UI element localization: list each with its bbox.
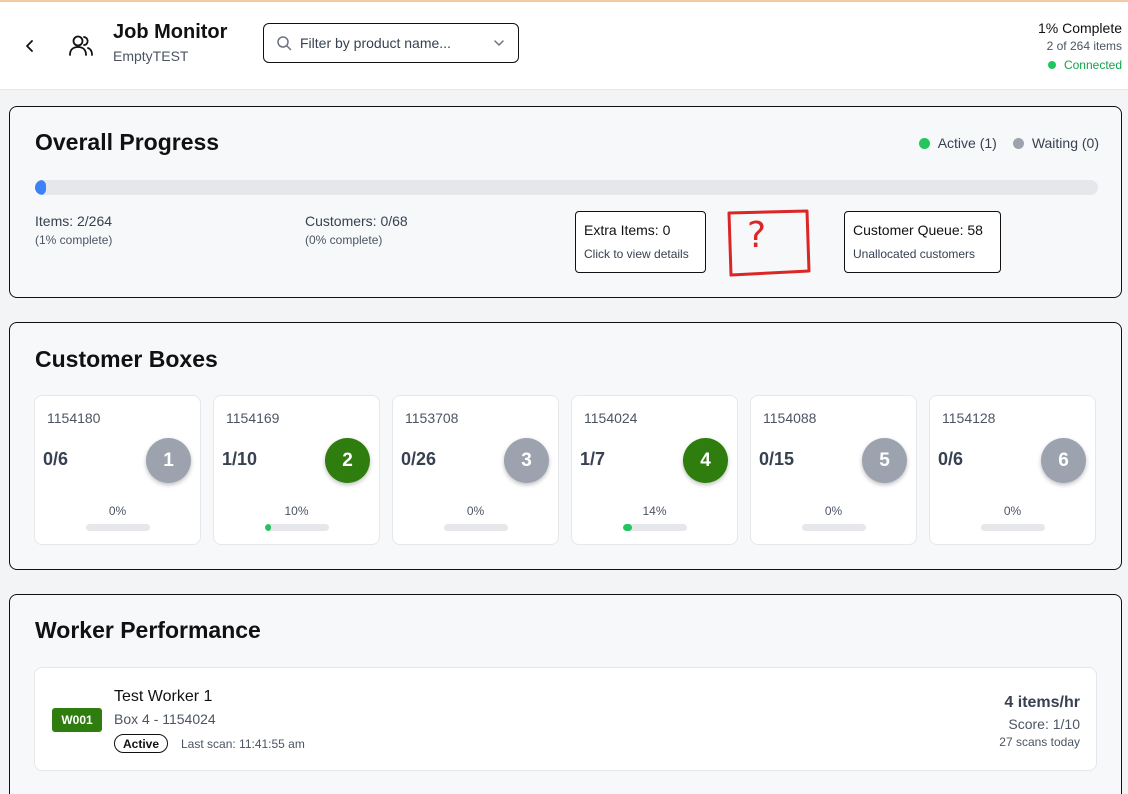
customer-id: 1153708 xyxy=(405,410,459,426)
box-progress-fill xyxy=(623,524,632,531)
connection-label: Connected xyxy=(1063,58,1122,72)
chevron-left-icon xyxy=(26,40,33,52)
box-percent: 0% xyxy=(108,504,127,518)
job-subtitle: EmptyTEST xyxy=(113,48,189,64)
worker-scans-today: 27 scans today xyxy=(999,735,1080,749)
customer-boxes-title: Customer Boxes xyxy=(35,346,218,372)
box-progress-bar xyxy=(981,524,1045,531)
box-percent: 0% xyxy=(1003,504,1022,518)
box-progress-bar xyxy=(444,524,508,531)
app-header: Job Monitor EmptyTEST Filter by product … xyxy=(0,0,1128,90)
customer-box-card[interactable]: 1153708 0/26 3 0% xyxy=(392,395,559,545)
extra-items-button[interactable]: Extra Items: 0 Click to view details xyxy=(575,211,706,273)
customer-box-card[interactable]: 1154024 1/7 4 14% xyxy=(571,395,738,545)
worker-score: Score: 1/10 xyxy=(1008,716,1080,732)
overall-progress-title: Overall Progress xyxy=(35,129,220,155)
box-item-count: 0/26 xyxy=(401,449,437,469)
customer-box-card[interactable]: 1154169 1/10 2 10% xyxy=(213,395,380,545)
customer-queue-sub: Unallocated customers xyxy=(853,247,976,261)
job-summary: 1% Complete 2 of 264 items Connected xyxy=(1038,20,1122,72)
legend-waiting: Waiting (0) xyxy=(1012,135,1099,151)
legend-active: Active (1) xyxy=(918,135,997,151)
items-stat: Items: 2/264 (1% complete) xyxy=(35,213,112,247)
worker-performance-title: Worker Performance xyxy=(35,617,261,643)
connection-dot-icon xyxy=(1047,61,1056,69)
overall-progress-panel: Overall Progress Active (1) Waiting (0) … xyxy=(9,106,1122,298)
worker-stats: 4 items/hr Score: 1/10 27 scans today xyxy=(999,694,1080,749)
legend-waiting-label: Waiting (0) xyxy=(1031,135,1099,151)
chevron-down-icon xyxy=(494,40,504,46)
extra-items-sub: Click to view details xyxy=(584,247,689,261)
customers-stat-sub: (0% complete) xyxy=(305,233,383,247)
page-title: Job Monitor xyxy=(113,21,228,43)
customer-box-card[interactable]: 1154088 0/15 5 0% xyxy=(750,395,917,545)
customer-queue-value: Customer Queue: 58 xyxy=(853,222,983,238)
annotation-text: ? xyxy=(747,215,766,256)
box-percent: 0% xyxy=(824,504,843,518)
customer-id: 1154024 xyxy=(584,410,638,426)
filter-placeholder: Filter by product name... xyxy=(300,35,451,51)
extra-items-value: Extra Items: 0 xyxy=(584,222,671,238)
box-number-badge: 1 xyxy=(146,438,191,483)
box-progress-bar xyxy=(623,524,687,531)
customer-id: 1154128 xyxy=(942,410,996,426)
box-progress-fill xyxy=(265,524,272,531)
box-percent: 0% xyxy=(466,504,485,518)
box-percent: 10% xyxy=(284,504,309,518)
worker-status-badge: Active xyxy=(114,734,169,753)
box-number-badge: 2 xyxy=(325,438,370,483)
waiting-dot-icon xyxy=(1012,137,1024,149)
worker-name: Test Worker 1 xyxy=(114,688,213,705)
customer-boxes-panel: Customer Boxes 1154180 0/6 1 0% 1154169 … xyxy=(9,322,1122,570)
box-number-badge: 5 xyxy=(862,438,907,483)
box-progress-bar xyxy=(86,524,150,531)
box-progress-bar xyxy=(802,524,866,531)
search-icon xyxy=(277,36,292,51)
box-number-badge: 3 xyxy=(504,438,549,483)
status-legend: Active (1) Waiting (0) xyxy=(918,135,1099,151)
back-button[interactable] xyxy=(20,36,40,56)
overall-progress-fill xyxy=(35,180,46,195)
box-item-count: 1/10 xyxy=(222,449,258,469)
box-item-count: 0/15 xyxy=(759,449,795,469)
users-icon xyxy=(69,35,93,56)
legend-active-label: Active (1) xyxy=(937,135,997,151)
box-percent: 14% xyxy=(642,504,667,518)
overall-progress-bar xyxy=(35,180,1098,195)
connection-status: Connected xyxy=(1038,58,1122,72)
customers-stat-value: Customers: 0/68 xyxy=(305,213,408,229)
question-mark-annotation: ? xyxy=(727,209,811,277)
box-number-badge: 4 xyxy=(683,438,728,483)
customer-queue-button[interactable]: Customer Queue: 58 Unallocated customers xyxy=(844,211,1001,273)
customer-id: 1154180 xyxy=(47,410,101,426)
box-item-count: 0/6 xyxy=(938,449,964,469)
customer-id: 1154088 xyxy=(763,410,817,426)
customer-box-list: 1154180 0/6 1 0% 1154169 1/10 2 10% 1153… xyxy=(34,395,1096,545)
box-item-count: 1/7 xyxy=(580,449,606,469)
worker-box: Box 4 - 1154024 xyxy=(114,711,216,727)
customer-id: 1154169 xyxy=(226,410,280,426)
items-count: 2 of 264 items xyxy=(1046,39,1122,53)
worker-performance-panel: Worker Performance W001 Test Worker 1 Bo… xyxy=(9,594,1122,794)
active-dot-icon xyxy=(918,137,930,149)
box-number-badge: 6 xyxy=(1041,438,1086,483)
customer-box-card[interactable]: 1154128 0/6 6 0% xyxy=(929,395,1096,545)
worker-rate: 4 items/hr xyxy=(1004,694,1080,711)
box-progress-bar xyxy=(265,524,329,531)
items-stat-value: Items: 2/264 xyxy=(35,213,113,229)
worker-code-badge: W001 xyxy=(52,708,102,732)
items-stat-sub: (1% complete) xyxy=(35,233,113,247)
worker-last-scan: Last scan: 11:41:55 am xyxy=(181,737,305,751)
box-item-count: 0/6 xyxy=(43,449,69,469)
completion-percent: 1% Complete xyxy=(1037,20,1122,36)
customers-stat: Customers: 0/68 (0% complete) xyxy=(305,213,408,247)
product-filter-select[interactable]: Filter by product name... xyxy=(263,23,519,63)
worker-row[interactable]: W001 Test Worker 1 Box 4 - 1154024 Activ… xyxy=(34,667,1097,771)
customer-box-card[interactable]: 1154180 0/6 1 0% xyxy=(34,395,201,545)
